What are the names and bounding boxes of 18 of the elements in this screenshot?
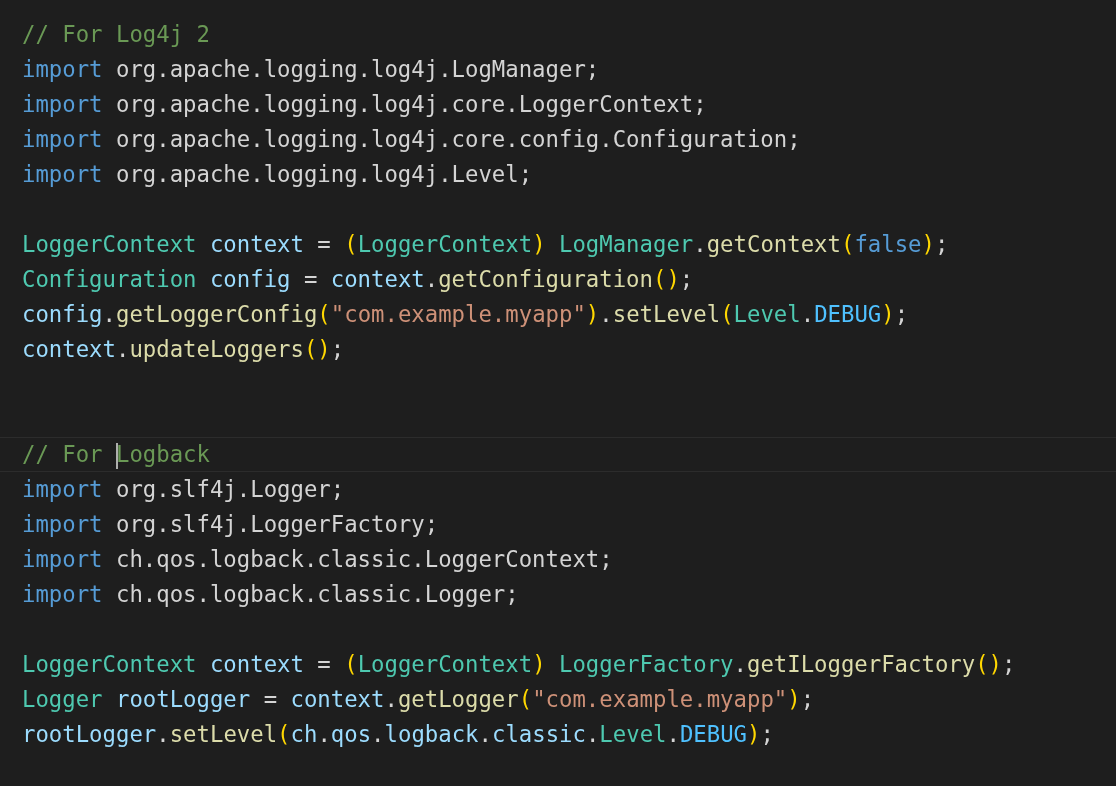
code-line: LoggerContext context = (LoggerContext) LogManager.getContext(false); bbox=[21, 230, 950, 259]
code-line: Configuration config = context.getConfiguration(); bbox=[21, 265, 695, 294]
code-line: import org.apache.logging.log4j.Level; bbox=[21, 160, 534, 189]
code-line: import org.apache.logging.log4j.core.config.Configuration; bbox=[21, 125, 802, 154]
code-line: import org.slf4j.LoggerFactory; bbox=[21, 510, 440, 539]
code-line: config.getLoggerConfig("com.example.myapp").setLevel(Level.DEBUG); bbox=[21, 300, 910, 329]
code-line: context.updateLoggers(); bbox=[21, 335, 346, 364]
code-line: rootLogger.setLevel(ch.qos.logback.classic.Level.DEBUG); bbox=[21, 720, 775, 749]
code-line: import ch.qos.logback.classic.Logger; bbox=[21, 580, 520, 609]
code-line: import ch.qos.logback.classic.LoggerContext; bbox=[21, 545, 614, 574]
code-line: Logger rootLogger = context.getLogger("com.example.myapp"); bbox=[21, 685, 816, 714]
code-line: import org.apache.logging.log4j.LogManager; bbox=[21, 55, 601, 84]
code-line: import org.apache.logging.log4j.core.LoggerContext; bbox=[21, 90, 708, 119]
code-line: import org.slf4j.Logger; bbox=[21, 475, 346, 504]
code-line: LoggerContext context = (LoggerContext) LoggerFactory.getILoggerFactory(); bbox=[21, 650, 1017, 679]
text-cursor bbox=[115, 442, 118, 469]
code-line: // For Logback bbox=[0, 437, 1116, 472]
code-line: // For Log4j 2 bbox=[21, 20, 211, 49]
